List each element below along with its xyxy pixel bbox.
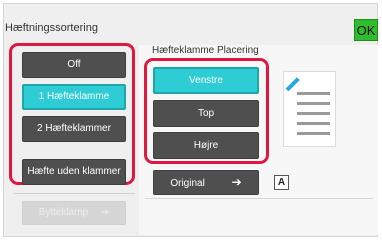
dialog-title: Hæftningssortering [5,22,98,34]
placement-left-label: Venstre [189,75,223,86]
placement-left-button[interactable]: Venstre [153,67,259,94]
doc-line [297,122,330,125]
placement-right-label: Højre [193,140,219,151]
doc-line [297,112,330,115]
staple-2-button[interactable]: 2 Hæfteklammer [22,116,126,142]
doc-line [297,132,330,135]
stapleless-label: Hæfte uden klammer [27,166,121,177]
left-divider [14,193,135,194]
disabled-option-button: Bytteklamp ➔ [22,201,126,225]
doc-line [297,92,330,95]
stapleless-button[interactable]: Hæfte uden klammer [22,159,126,185]
arrow-right-icon: ➔ [231,175,242,189]
placement-right-button[interactable]: Højre [153,132,259,159]
staple-off-button[interactable]: Off [22,52,126,78]
staple-1-label: 1 Hæfteklamme [38,91,110,102]
placement-top-label: Top [197,108,215,119]
original-label: Original [170,178,205,189]
staple-2-label: 2 Hæfteklammer [37,123,111,134]
original-button[interactable]: Original ➔ [153,170,259,195]
orientation-icon: A [274,175,289,190]
staple-1-button[interactable]: 1 Hæfteklamme [22,84,126,110]
placement-label: Hæfteklamme Placering [152,45,259,56]
staple-off-label: Off [67,59,81,70]
panel-divider [145,198,373,199]
placement-top-button[interactable]: Top [153,100,259,127]
arrow-right-icon: ➔ [100,207,110,218]
ok-button[interactable]: OK [354,19,378,41]
disabled-option-label: Bytteklamp [38,207,89,218]
doc-line [297,102,330,105]
